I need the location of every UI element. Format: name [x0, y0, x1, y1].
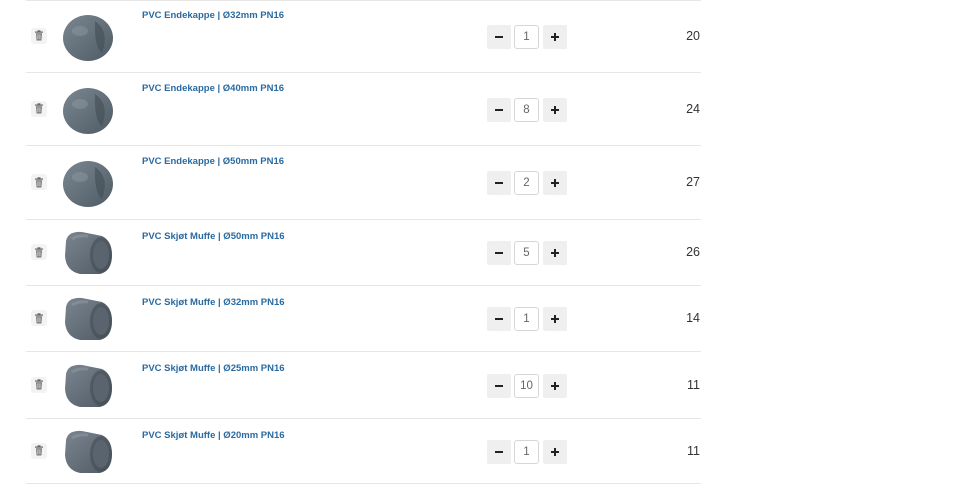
increase-quantity-button[interactable]: [543, 24, 567, 49]
plus-icon: [551, 315, 559, 323]
quantity-input[interactable]: 1: [514, 307, 539, 331]
product-name-link[interactable]: PVC Skjøt Muffe | Ø25mm PN16: [142, 363, 285, 374]
quantity-stepper: 8: [487, 97, 567, 122]
plus-icon: [551, 179, 559, 187]
product-image[interactable]: [58, 356, 118, 416]
decrease-quantity-button[interactable]: [487, 373, 511, 398]
minus-icon: [495, 382, 503, 390]
remove-item-button[interactable]: [31, 376, 47, 393]
trash-icon: [34, 246, 44, 258]
quantity-input[interactable]: 1: [514, 24, 539, 49]
remove-item-button[interactable]: [31, 442, 47, 459]
end-cap-image: [58, 80, 118, 145]
quantity-input[interactable]: 2: [514, 171, 539, 195]
product-image[interactable]: [58, 7, 118, 67]
line-price: 11: [687, 443, 700, 458]
trash-icon: [34, 312, 44, 324]
product-name-link[interactable]: PVC Skjøt Muffe | Ø50mm PN16: [142, 231, 285, 242]
minus-icon: [495, 33, 503, 41]
quantity-stepper: 2: [487, 171, 567, 195]
minus-icon: [495, 315, 503, 323]
quantity-input[interactable]: 1: [514, 439, 539, 464]
cart-row: PVC Skjøt Muffe | Ø32mm PN16 1 14: [26, 286, 701, 352]
decrease-quantity-button[interactable]: [487, 241, 511, 265]
minus-icon: [495, 179, 503, 187]
quantity-input[interactable]: 5: [514, 241, 539, 265]
cart-row: PVC Endekappe | Ø32mm PN16 1 20: [26, 0, 701, 73]
decrease-quantity-button[interactable]: [487, 97, 511, 122]
product-image[interactable]: [58, 289, 118, 349]
decrease-quantity-button[interactable]: [487, 171, 511, 195]
cart-item-list: PVC Endekappe | Ø32mm PN16 1 20 PVC Endekap…: [26, 0, 701, 484]
increase-quantity-button[interactable]: [543, 241, 567, 265]
line-price: 11: [687, 377, 700, 392]
plus-icon: [551, 381, 559, 390]
remove-item-button[interactable]: [31, 310, 47, 326]
line-price: 14: [686, 311, 700, 325]
quantity-stepper: 5: [487, 241, 567, 265]
line-price: 27: [686, 175, 700, 189]
remove-item-button[interactable]: [31, 100, 47, 117]
product-name-link[interactable]: PVC Endekappe | Ø40mm PN16: [142, 83, 284, 94]
remove-item-button[interactable]: [31, 27, 47, 44]
product-image[interactable]: [58, 153, 118, 213]
minus-icon: [495, 249, 503, 257]
minus-icon: [495, 448, 503, 456]
trash-icon: [34, 445, 44, 456]
decrease-quantity-button[interactable]: [487, 24, 511, 49]
cart-row: PVC Skjøt Muffe | Ø20mm PN16 1 11: [26, 419, 701, 484]
product-name-link[interactable]: PVC Endekappe | Ø50mm PN16: [142, 156, 284, 167]
quantity-stepper: 1: [487, 439, 567, 464]
decrease-quantity-button[interactable]: [487, 307, 511, 331]
end-cap-image: [58, 7, 118, 72]
line-price: 26: [686, 245, 700, 259]
plus-icon: [551, 249, 559, 257]
trash-icon: [34, 176, 44, 188]
coupling-sleeve-image: [58, 223, 118, 288]
coupling-sleeve-image: [58, 289, 118, 354]
cart-row: PVC Skjøt Muffe | Ø25mm PN16 10 11: [26, 352, 701, 419]
product-name-link[interactable]: PVC Endekappe | Ø32mm PN16: [142, 10, 284, 21]
cart-row: PVC Endekappe | Ø50mm PN16 2 27: [26, 146, 701, 220]
decrease-quantity-button[interactable]: [487, 439, 511, 464]
product-image[interactable]: [58, 422, 118, 482]
line-price: 20: [686, 28, 700, 43]
quantity-input[interactable]: 10: [514, 373, 539, 398]
increase-quantity-button[interactable]: [543, 97, 567, 122]
product-name-link[interactable]: PVC Skjøt Muffe | Ø20mm PN16: [142, 430, 285, 441]
trash-icon: [34, 30, 44, 41]
coupling-sleeve-image: [58, 422, 118, 487]
increase-quantity-button[interactable]: [543, 373, 567, 398]
remove-item-button[interactable]: [31, 244, 47, 260]
plus-icon: [551, 32, 559, 41]
product-image[interactable]: [58, 80, 118, 140]
plus-icon: [551, 447, 559, 456]
increase-quantity-button[interactable]: [543, 439, 567, 464]
quantity-stepper: 10: [487, 373, 567, 398]
minus-icon: [495, 106, 503, 114]
increase-quantity-button[interactable]: [543, 171, 567, 195]
cart-row: PVC Endekappe | Ø40mm PN16 8 24: [26, 73, 701, 146]
quantity-input[interactable]: 8: [514, 97, 539, 122]
cart-row: PVC Skjøt Muffe | Ø50mm PN16 5 26: [26, 220, 701, 286]
quantity-stepper: 1: [487, 24, 567, 49]
increase-quantity-button[interactable]: [543, 307, 567, 331]
line-price: 24: [686, 101, 700, 116]
end-cap-image: [58, 153, 118, 218]
product-name-link[interactable]: PVC Skjøt Muffe | Ø32mm PN16: [142, 297, 285, 308]
coupling-sleeve-image: [58, 356, 118, 421]
trash-icon: [34, 103, 44, 114]
quantity-stepper: 1: [487, 307, 567, 331]
plus-icon: [551, 105, 559, 114]
remove-item-button[interactable]: [31, 174, 47, 190]
product-image[interactable]: [58, 223, 118, 283]
trash-icon: [34, 379, 44, 390]
